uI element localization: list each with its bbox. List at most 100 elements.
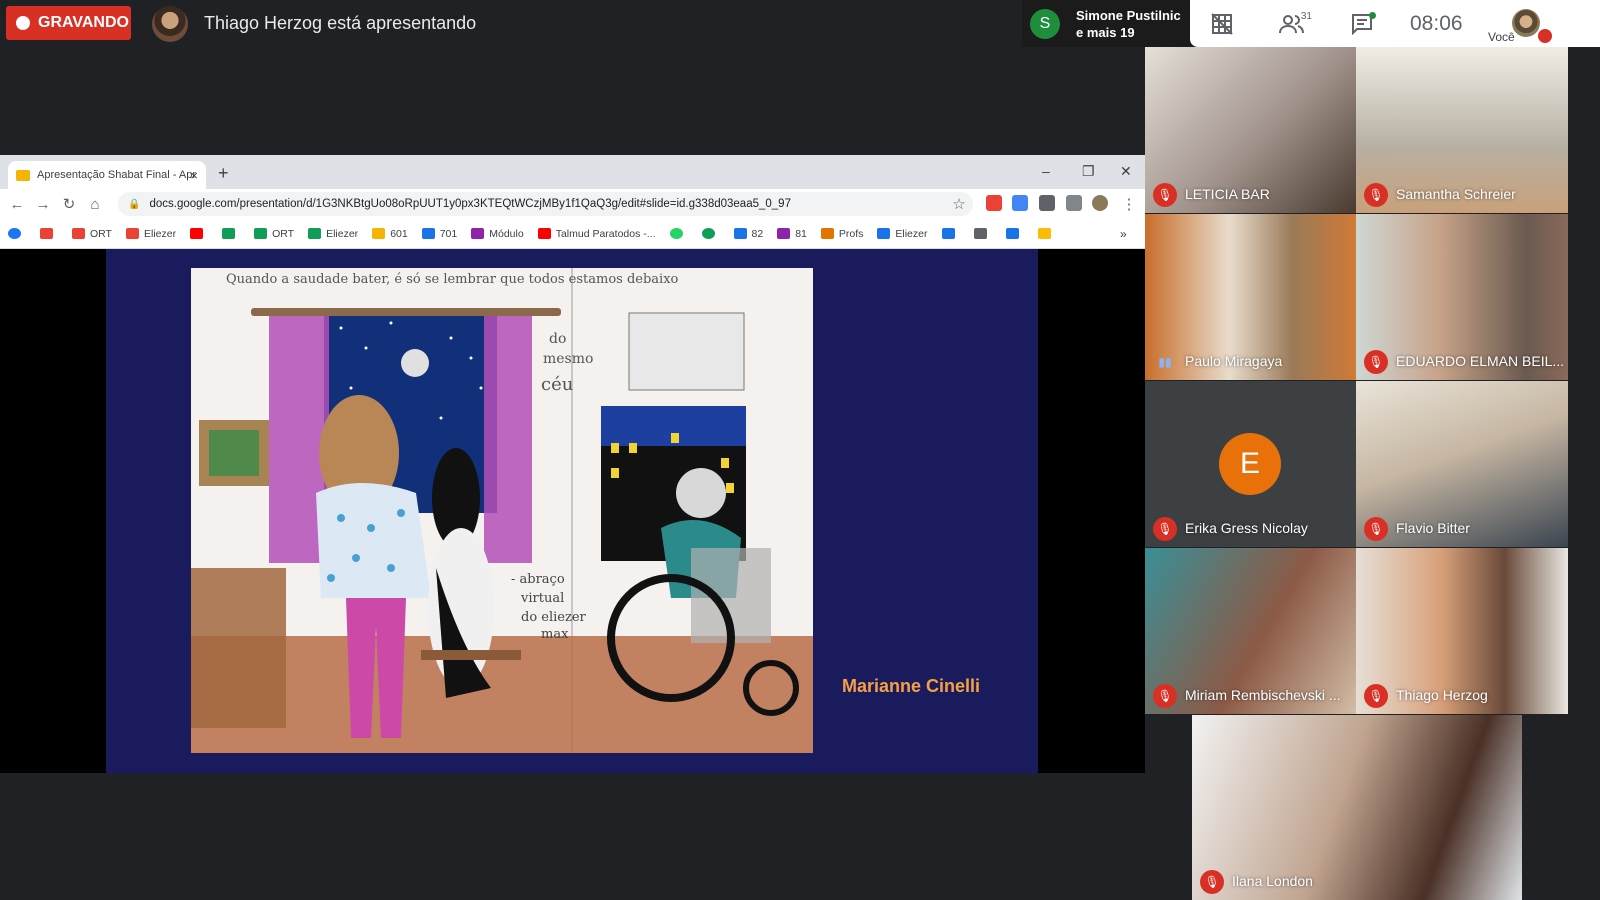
bookmark[interactable]: 82 <box>733 228 763 240</box>
participant-tile[interactable]: 🎙 EDUARDO ELMAN BEIL... <box>1356 214 1568 380</box>
menu-icon[interactable]: ⋮ <box>1116 195 1142 213</box>
gmail-icon <box>72 228 85 239</box>
bookmark[interactable]: Módulo <box>471 227 524 240</box>
presenting-status: Thiago Herzog está apresentando <box>204 13 477 33</box>
bookmark[interactable] <box>8 228 26 239</box>
participant-tile[interactable]: ▮▮ Paulo Miragaya <box>1145 214 1356 380</box>
bookmark-label: Profs <box>838 227 864 240</box>
whatsapp-icon <box>669 228 683 239</box>
bookmark[interactable]: Eliezer <box>877 227 928 240</box>
grid-off-icon <box>1211 12 1233 35</box>
restore-icon[interactable]: ❐ <box>1082 163 1095 180</box>
bookmark[interactable] <box>222 228 240 239</box>
grid-layout-button[interactable] <box>1200 0 1244 47</box>
calendar-icon <box>941 228 955 239</box>
bookmark-label: Eliezer <box>895 227 928 240</box>
bookmark-label: 701 <box>439 227 458 240</box>
close-icon[interactable]: × <box>190 168 198 183</box>
home-icon[interactable]: ⌂ <box>82 196 108 213</box>
reload-icon[interactable]: ↻ <box>56 195 82 213</box>
bookmark[interactable]: ORT <box>72 228 112 240</box>
bookmark[interactable]: ORT <box>254 228 294 240</box>
star-icon[interactable]: ☆ <box>946 195 972 213</box>
you-label: Você <box>1488 30 1515 44</box>
participant-name: Thiago Herzog <box>1396 687 1488 703</box>
url-text: docs.google.com/presentation/d/1G3NKBtgU… <box>149 198 791 210</box>
bookmark[interactable] <box>941 228 960 239</box>
recording-badge: GRAVANDO <box>6 6 131 40</box>
bookmark[interactable]: Eliezer <box>125 227 177 240</box>
bookmark-label: Módulo <box>489 227 524 240</box>
star-icon <box>1037 228 1051 239</box>
mic-off-icon: 🎙 <box>1364 517 1388 541</box>
meet-icon <box>701 228 715 239</box>
bookmark[interactable] <box>190 228 208 239</box>
avatar[interactable] <box>1092 195 1108 211</box>
mic-off-icon: 🎙 <box>1153 684 1177 708</box>
slide-caption: Marianne Cinelli <box>842 676 981 696</box>
participant-name: Samantha Schreier <box>1396 186 1516 202</box>
mic-off-icon <box>1538 29 1552 43</box>
minimize-icon[interactable]: – <box>1042 163 1050 179</box>
bookmark[interactable]: 81 <box>777 228 807 240</box>
youtube-icon <box>537 228 551 239</box>
bookmark[interactable] <box>40 228 58 239</box>
participants-button[interactable]: 31 <box>1270 0 1314 47</box>
slides-icon <box>16 169 30 181</box>
participant-name: Miriam Rembischevski ... <box>1185 687 1341 703</box>
bookmark[interactable]: 701 <box>421 227 458 240</box>
address-bar[interactable]: 🔒 docs.google.com/presentation/d/1G3NKBt… <box>118 192 973 216</box>
participant-tile[interactable]: 🎙 Flavio Bitter <box>1356 381 1568 547</box>
new-tab-icon[interactable]: + <box>218 163 229 184</box>
bookmark[interactable]: Profs <box>820 227 864 240</box>
bookmark-label: 601 <box>390 227 408 240</box>
drive-icon <box>222 228 236 239</box>
bookmark[interactable] <box>1037 228 1056 239</box>
lock-icon: 🔒 <box>128 198 141 210</box>
bookmark-label: Eliezer <box>143 227 177 240</box>
drawing-image: Quando a saudade bater, é só se lembrar … <box>191 268 813 753</box>
mic-off-icon: 🎙 <box>1200 870 1224 894</box>
bookmarks-bar: ORT Eliezer ORT Eliezer 601 701 Módulo T… <box>0 219 1145 249</box>
browser-tab[interactable]: Apresentação Shabat Final - Apr × <box>8 161 206 189</box>
mic-off-icon: 🎙 <box>1364 350 1388 374</box>
youtube-icon <box>190 228 204 239</box>
gmail-icon <box>40 228 53 239</box>
participant-tile[interactable]: 🎙 Samantha Schreier <box>1356 47 1568 213</box>
record-dot-icon <box>16 16 30 30</box>
participant-tile[interactable]: 🎙 Thiago Herzog <box>1356 548 1568 714</box>
bookmark[interactable] <box>1005 228 1024 239</box>
bookmark[interactable] <box>973 228 992 239</box>
drawing-handwriting-line: céu <box>541 374 573 395</box>
more-bookmarks-icon[interactable]: » <box>1120 227 1127 241</box>
puzzle-icon[interactable] <box>1039 195 1055 211</box>
translate-extension-icon[interactable] <box>1012 195 1028 211</box>
self-view[interactable]: Você <box>1480 0 1552 47</box>
bookmark[interactable] <box>669 228 688 239</box>
forward-icon[interactable]: → <box>30 196 56 213</box>
participants-count: 31 <box>1300 11 1312 22</box>
mic-off-icon: 🎙 <box>1153 183 1177 207</box>
bookmark[interactable]: Talmud Paratodos -... <box>537 228 656 240</box>
close-window-icon[interactable]: ✕ <box>1120 163 1132 180</box>
drawing-handwriting-line: - abraço <box>511 572 565 587</box>
participant-tile[interactable]: 🎙 Ilana London <box>1192 715 1522 900</box>
gmail-extension-icon[interactable] <box>986 195 1002 211</box>
other-participants-chip[interactable]: S Simone Pustilnic e mais 19 <box>1022 0 1190 47</box>
back-icon[interactable]: ← <box>4 196 30 213</box>
bookmark[interactable]: 601 <box>372 228 408 240</box>
participant-tile[interactable]: E 🎙 Erika Gress Nicolay <box>1145 381 1356 547</box>
mic-off-icon: 🎙 <box>1153 517 1177 541</box>
chat-button[interactable] <box>1340 0 1384 47</box>
participant-tile[interactable]: 🎙 Miriam Rembischevski ... <box>1145 548 1356 714</box>
drawing-handwriting-line: max <box>541 627 569 642</box>
recording-label: GRAVANDO <box>38 14 129 31</box>
drive-icon <box>308 228 322 239</box>
drawing-handwriting-line: mesmo <box>543 351 593 367</box>
reading-list-icon[interactable] <box>1066 195 1082 211</box>
bookmark[interactable] <box>701 228 720 239</box>
bookmark[interactable]: Eliezer <box>308 228 358 240</box>
drawing-handwriting-line: virtual <box>520 591 564 606</box>
gmail-icon <box>125 228 139 239</box>
participant-tile[interactable]: 🎙 LETICIA BAR <box>1145 47 1356 213</box>
